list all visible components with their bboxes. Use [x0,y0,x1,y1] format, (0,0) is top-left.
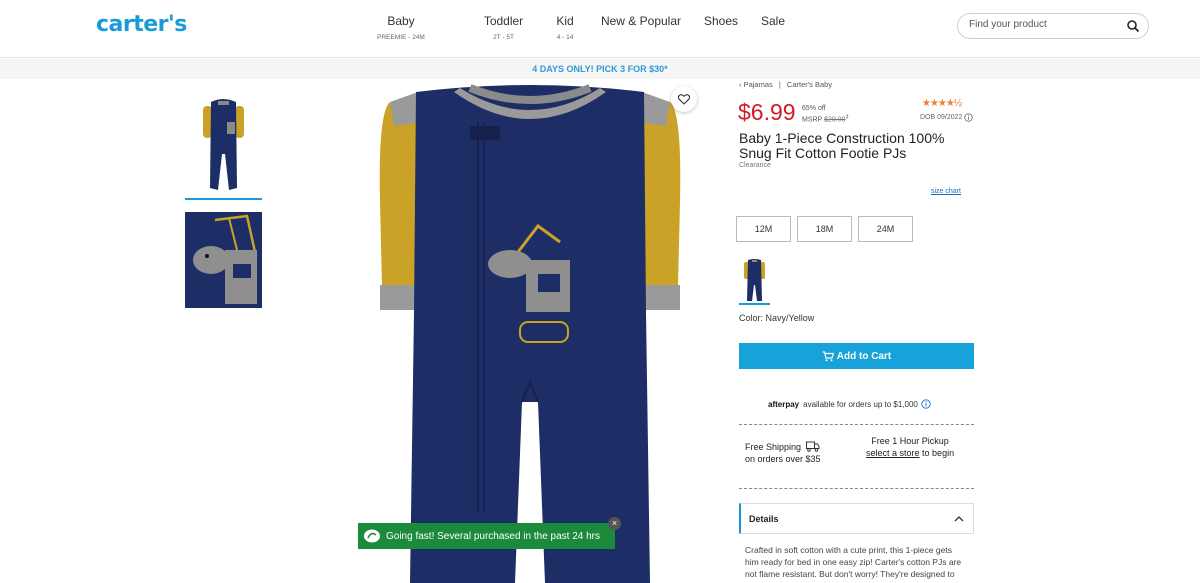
details-accordion[interactable]: Details [739,503,974,534]
cart-icon [822,350,834,361]
site-header: carter's Baby PREEMIE - 24M Toddler 2T -… [0,0,1200,58]
product-title: Baby 1-Piece Construction 100% Snug Fit … [739,130,945,161]
breadcrumb-carters-baby[interactable]: Carter's Baby [787,80,832,89]
swatch-image [744,259,765,301]
afterpay-text: available for orders up to $1,000 [803,399,918,409]
select-store-link[interactable]: select a store [866,448,920,458]
dob-text: DOB 09/2022 [920,114,963,121]
add-to-cart-button[interactable]: Add to Cart [739,343,974,369]
thumbnail-selected-indicator [185,198,262,200]
pickup-title: Free 1 Hour Pickup [871,436,949,446]
toast-message: Going fast! Several purchased in the pas… [386,530,601,542]
breadcrumb-pajamas[interactable]: ‹ Pajamas [739,80,773,89]
breadcrumb-separator: | [778,80,781,89]
info-icon[interactable] [964,113,974,122]
afterpay-logo: afterpay [768,399,800,409]
footie-thumbnail-image [203,99,244,190]
nav-toddler[interactable]: Toddler 2T - 5T [462,14,545,41]
nav-sublabel: 4 - 14 [556,34,574,41]
nav-label: Toddler [483,14,524,28]
nav-label: Kid [556,14,574,28]
msrp-label: MSRP [802,116,823,124]
nav-label: Shoes [703,14,739,28]
main-product-image[interactable] [360,82,700,583]
search-input[interactable] [969,19,1119,30]
nav-sale[interactable]: Sale [753,14,793,41]
details-label: Details [749,514,779,524]
fire-icon [364,529,380,543]
divider [739,488,974,489]
discount-info: 65% off MSRP $20.00‡ [802,104,849,124]
free-shipping-info: Free Shipping on orders over $35 [745,441,821,465]
shipping-title: Free Shipping [745,442,802,452]
breadcrumb: ‹ Pajamas | Carter's Baby [739,80,832,89]
wishlist-button[interactable] [671,86,697,112]
nav-sublabel: PREEMIE - 24M [377,34,425,41]
size-option-24m[interactable]: 24M [858,216,913,242]
add-to-cart-label: Add to Cart [836,350,892,362]
discount-percent: 65% off [802,105,826,112]
clearance-label: Clearance [739,162,771,169]
footie-pajama-image [379,84,681,583]
nav-new-popular[interactable]: New & Popular [591,14,691,41]
nav-sublabel: 2T - 5T [493,34,514,41]
nav-label: New & Popular [600,14,682,28]
going-fast-toast: Going fast! Several purchased in the pas… [358,523,615,549]
size-option-12m[interactable]: 12M [736,216,791,242]
details-description: Crafted in soft cotton with a cute print… [745,545,962,583]
main-nav: Baby PREEMIE - 24M Toddler 2T - 5T Kid 4… [370,14,793,41]
date-of-birth-line: DOB 09/2022 [920,113,974,122]
truck-icon [805,441,820,452]
afterpay-info-icon[interactable] [921,399,931,409]
search-icon[interactable] [1126,19,1140,33]
search-box [957,13,1149,39]
nav-baby[interactable]: Baby PREEMIE - 24M [370,14,432,41]
product-thumbnail-2[interactable] [185,212,262,308]
swatch-selected-indicator [739,303,770,305]
print-detail-thumbnail-image [185,212,262,308]
nav-kid[interactable]: Kid 4 - 14 [545,14,585,41]
chevron-up-icon [954,516,964,522]
shipping-subtitle: on orders over $35 [745,454,821,464]
pickup-info: Free 1 Hour Pickup select a store to beg… [866,435,954,459]
size-option-18m[interactable]: 18M [797,216,852,242]
product-thumbnail-1[interactable] [185,92,262,200]
nav-label: Baby [387,14,415,28]
toast-close-button[interactable]: × [608,517,621,530]
msrp-price: $20.00 [824,116,846,124]
promo-banner[interactable]: 4 DAYS ONLY! PICK 3 FOR $30* [0,59,1200,79]
nav-shoes[interactable]: Shoes [691,14,751,41]
carters-logo[interactable]: carter's [96,12,187,37]
size-chart-link[interactable]: size chart [931,188,961,195]
msrp-footnote-mark: ‡ [845,114,849,120]
pickup-tail: to begin [922,448,955,458]
divider [739,424,974,425]
product-price: $6.99 [738,99,796,125]
color-label: Color: Navy/Yellow [739,313,815,323]
msrp-line: MSRP $20.00‡ [802,113,849,124]
color-swatch-navy-yellow[interactable] [739,257,770,305]
nav-label: Sale [760,14,786,28]
heart-icon [678,93,690,105]
afterpay-info: afterpay available for orders up to $1,0… [768,399,931,409]
rating-stars[interactable]: ★★★★½ [922,98,962,109]
